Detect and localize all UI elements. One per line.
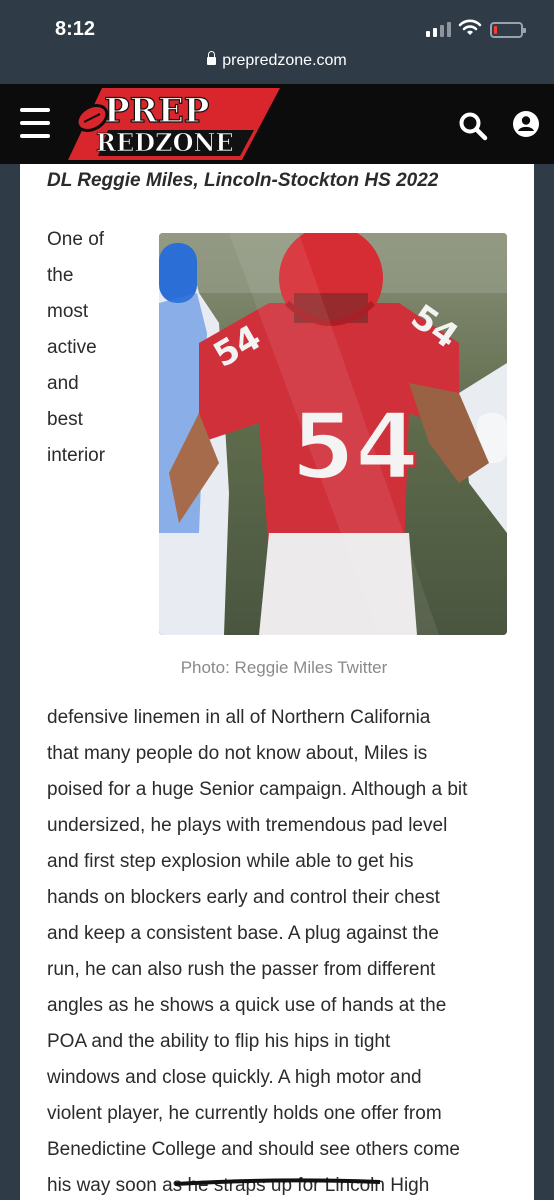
handwritten-strike-mark xyxy=(175,1178,380,1186)
article-page: DL Reggie Miles, Lincoln-Stockton HS 202… xyxy=(20,164,534,1200)
site-header: PREP REDZONE xyxy=(0,84,554,164)
body-line: and keep a consistent base. A plug again… xyxy=(47,923,439,944)
body-line: and first step explosion while able to g… xyxy=(47,851,414,872)
intro-line: most xyxy=(47,301,89,322)
body-line: that many people do not know about, Mile… xyxy=(47,743,428,764)
url-text: prepredzone.com xyxy=(222,52,347,69)
photo-caption: Photo: Reggie Miles Twitter xyxy=(180,658,388,677)
user-icon[interactable] xyxy=(512,110,540,138)
body-line: windows and close quickly. A high motor … xyxy=(47,1067,422,1088)
intro-line: One of xyxy=(47,229,105,250)
body-line: angles as he shows a quick use of hands … xyxy=(47,995,447,1016)
body-line: POA and the ability to flip his hips in … xyxy=(47,1031,391,1052)
prep-redzone-logo[interactable]: PREP REDZONE xyxy=(68,84,280,164)
player-photo: 54 54 54 xyxy=(159,233,507,635)
wrapped-intro-text: One of the most active and best interior xyxy=(47,222,105,474)
article-body: defensive linemen in all of Northern Cal… xyxy=(47,700,517,1200)
wifi-icon xyxy=(458,19,482,35)
body-line: poised for a huge Senior campaign. Altho… xyxy=(47,779,468,800)
intro-line: best xyxy=(47,409,83,430)
address-bar[interactable]: prepredzone.com xyxy=(0,51,554,70)
article-headline: DL Reggie Miles, Lincoln-Stockton HS 202… xyxy=(47,170,439,191)
status-time: 8:12 xyxy=(55,18,96,40)
lock-icon xyxy=(207,51,217,65)
menu-icon[interactable] xyxy=(20,108,50,138)
intro-line: the xyxy=(47,265,74,286)
intro-line: active xyxy=(47,337,97,358)
intro-line: interior xyxy=(47,445,106,466)
body-line: hands on blockers early and control thei… xyxy=(47,887,440,908)
body-line: violent player, he currently holds one o… xyxy=(47,1103,442,1124)
body-line: undersized, he plays with tremendous pad… xyxy=(47,815,448,836)
body-line: Benedictine College and should see other… xyxy=(47,1139,460,1160)
svg-text:PREP: PREP xyxy=(104,91,209,131)
intro-line: and xyxy=(47,373,79,394)
browser-top-bar: 8:12 prepredzone.com xyxy=(0,0,554,84)
signal-icon xyxy=(426,21,451,37)
body-line: run, he can also rush the passer from di… xyxy=(47,959,436,980)
search-icon[interactable] xyxy=(458,111,488,141)
body-line: defensive linemen in all of Northern Cal… xyxy=(47,707,431,728)
battery-icon xyxy=(490,22,526,38)
svg-text:REDZONE: REDZONE xyxy=(96,128,234,157)
